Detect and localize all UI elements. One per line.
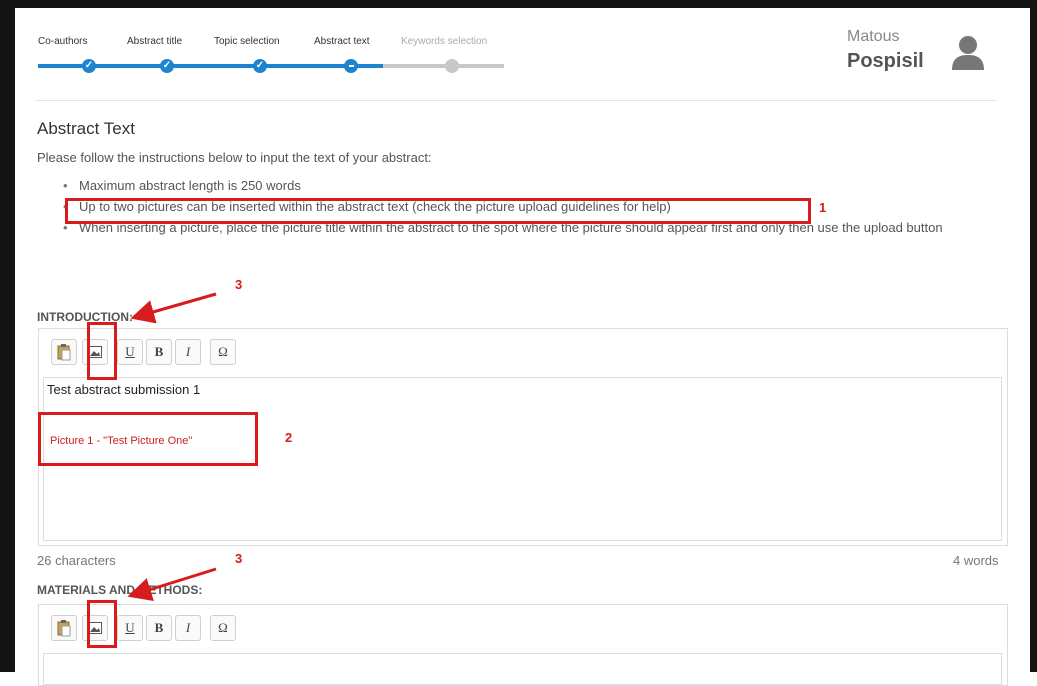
arrow-to-image-button-1 <box>130 292 217 324</box>
arrow-to-image-button-2 <box>127 567 217 601</box>
screenshot-frame-right <box>1030 0 1037 672</box>
abstract-page: Co-authors Abstract title Topic selectio… <box>15 8 1030 686</box>
screenshot-frame-top <box>0 0 1037 8</box>
annotation-arrows <box>127 292 217 601</box>
screenshot-frame-left <box>0 0 15 672</box>
